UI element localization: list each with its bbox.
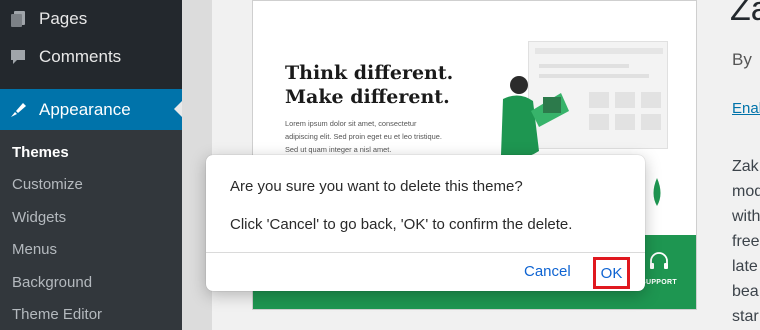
dialog-overlay: Are you sure you want to delete this the… (0, 0, 760, 330)
cancel-button[interactable]: Cancel (524, 263, 571, 280)
dialog-info: Click 'Cancel' to go back, 'OK' to confi… (230, 216, 573, 233)
dialog-question: Are you sure you want to delete this the… (230, 178, 523, 195)
dialog-divider (206, 252, 645, 253)
delete-confirm-dialog: Are you sure you want to delete this the… (206, 155, 645, 291)
ok-button[interactable]: OK (593, 257, 630, 289)
